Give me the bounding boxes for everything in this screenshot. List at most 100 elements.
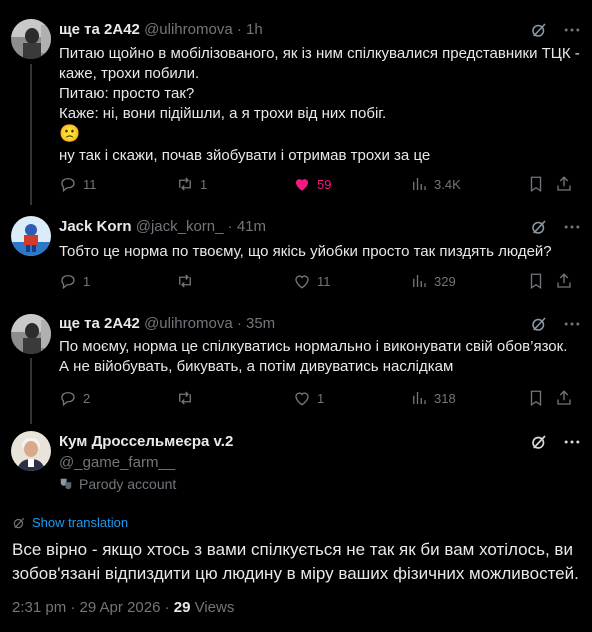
- more-icon[interactable]: [562, 217, 582, 237]
- avatar-photo-icon: [11, 314, 51, 354]
- repost-count: 1: [200, 176, 208, 192]
- bookmark-icon: [530, 176, 542, 193]
- theater-masks-icon: [60, 478, 72, 490]
- timestamp[interactable]: 2:31 pm · 29 Apr 2026 ·: [12, 599, 174, 616]
- like-count: 11: [317, 273, 331, 289]
- reply-button[interactable]: 1: [59, 270, 90, 292]
- author-handle[interactable]: @jack_korn_: [136, 218, 224, 235]
- views-chart-icon: [413, 275, 426, 287]
- heart-icon: [295, 275, 309, 289]
- tweet-text: Питаю щойно в мобілізованого, як із ним …: [59, 44, 580, 166]
- author-handle[interactable]: @ulihromova: [144, 315, 233, 332]
- tweet-line: Тобто це норма по твоєму, що якісь уйобк…: [59, 243, 552, 260]
- avatar[interactable]: [11, 19, 51, 59]
- share-button[interactable]: [555, 270, 573, 292]
- action-bar: 2 1 318: [59, 387, 580, 409]
- tweet-header: Jack Korn @jack_korn_ · 41m: [59, 217, 266, 237]
- views-button[interactable]: 318: [410, 387, 456, 409]
- action-bar: 1 11 329: [59, 270, 580, 292]
- author-name[interactable]: Кум Дроссельмеєра v.2: [59, 433, 233, 450]
- reply-icon: [61, 392, 75, 407]
- translate-icon: [13, 517, 25, 528]
- repost-button[interactable]: 1: [176, 173, 207, 195]
- repost-button[interactable]: [176, 270, 200, 292]
- views-button[interactable]: 3.4K: [410, 173, 461, 195]
- repost-button[interactable]: [176, 387, 200, 409]
- reply-count: 11: [83, 176, 97, 192]
- tweet-time[interactable]: 41m: [237, 218, 266, 235]
- more-icon[interactable]: [562, 20, 582, 40]
- sad-face-emoji: 🙁: [59, 124, 81, 143]
- like-count: 1: [317, 390, 325, 406]
- action-bar: 11 1 59 3.4K: [59, 173, 580, 195]
- tweet-header: ще та 2А42 @ulihromova · 35m: [59, 314, 275, 334]
- more-icon[interactable]: [562, 314, 582, 334]
- author-name[interactable]: ще та 2А42: [59, 21, 140, 38]
- share-icon: [557, 273, 571, 288]
- avatar[interactable]: [11, 431, 51, 471]
- tweet-time[interactable]: 35m: [246, 315, 275, 332]
- more-icon[interactable]: [562, 432, 582, 452]
- grok-icon[interactable]: [530, 433, 548, 451]
- reply-icon: [61, 178, 75, 193]
- show-translation-label[interactable]: Show translation: [32, 515, 128, 530]
- views-count: 29: [173, 599, 191, 616]
- dot-separator: ·: [236, 315, 242, 332]
- repost-icon: [179, 177, 191, 191]
- tweet-line: ну так і скажи, почав зйобувати і отрима…: [59, 147, 431, 164]
- share-button[interactable]: [555, 173, 573, 195]
- avatar[interactable]: [11, 216, 51, 256]
- reply-icon: [61, 275, 75, 290]
- views-chart-icon: [413, 178, 426, 190]
- tweet-line: А не війобувать, бикувать, а потім дивув…: [59, 358, 454, 375]
- view-count: 318: [434, 390, 456, 406]
- grok-icon[interactable]: [530, 315, 548, 333]
- bookmark-button[interactable]: [527, 173, 545, 195]
- heart-icon: [295, 392, 309, 406]
- thread-line: [30, 358, 32, 424]
- author-handle[interactable]: @_game_farm__: [59, 454, 175, 471]
- main-tweet: Кум Дроссельмеєра v.2 @_game_farm__ Paro…: [0, 424, 592, 632]
- views-button[interactable]: 329: [410, 270, 456, 292]
- thread-line: [30, 64, 32, 205]
- tweet-text: Тобто це норма по твоєму, що якісь уйобк…: [59, 242, 552, 262]
- main-author-name: Кум Дроссельмеєра v.2: [59, 432, 233, 452]
- show-translation-link[interactable]: Show translation: [12, 515, 128, 530]
- reply-count: 1: [83, 273, 91, 289]
- bookmark-icon: [530, 273, 542, 290]
- parody-label: Parody account: [59, 474, 176, 494]
- author-handle[interactable]: @ulihromova: [144, 21, 233, 38]
- like-button[interactable]: 59: [293, 173, 331, 195]
- avatar[interactable]: [11, 314, 51, 354]
- author-name[interactable]: Jack Korn: [59, 218, 132, 235]
- avatar-photo-icon: [11, 19, 51, 59]
- view-count: 329: [434, 273, 456, 289]
- view-count: 3.4K: [434, 176, 461, 192]
- main-tweet-text: Все вірно - якщо хтось з вами спілкуєтьс…: [12, 538, 579, 586]
- share-button[interactable]: [555, 387, 573, 409]
- like-count: 59: [317, 176, 332, 192]
- reply-button[interactable]: 11: [59, 173, 97, 195]
- parody-text: Parody account: [79, 476, 177, 492]
- main-author-handle: @_game_farm__: [59, 453, 175, 473]
- views-label: Views: [190, 599, 235, 616]
- tweet-line: По моєму, норма це спілкуватись нормальн…: [59, 338, 568, 355]
- like-button[interactable]: 11: [293, 270, 331, 292]
- bookmark-icon: [530, 390, 542, 407]
- author-name[interactable]: ще та 2А42: [59, 315, 140, 332]
- tweet-header: ще та 2А42 @ulihromova · 1h: [59, 20, 263, 40]
- tweet-text: По моєму, норма це спілкуватись нормальн…: [59, 337, 567, 377]
- heart-filled-icon: [296, 179, 308, 191]
- tweet-time[interactable]: 1h: [246, 21, 263, 38]
- bookmark-button[interactable]: [527, 387, 545, 409]
- reply-tweet-3[interactable]: ще та 2А42 @ulihromova · 35m По моєму, н…: [0, 306, 592, 424]
- bookmark-button[interactable]: [527, 270, 545, 292]
- reply-button[interactable]: 2: [59, 387, 90, 409]
- grok-icon[interactable]: [530, 218, 548, 236]
- reply-tweet-2[interactable]: Jack Korn @jack_korn_ · 41m Тобто це нор…: [0, 205, 592, 306]
- views-chart-icon: [413, 392, 426, 404]
- grok-icon[interactable]: [530, 21, 548, 39]
- like-button[interactable]: 1: [293, 387, 324, 409]
- reply-tweet-1[interactable]: ще та 2А42 @ulihromova · 1h Питаю щойно …: [0, 0, 592, 205]
- tweet-line: Все вірно - якщо хтось з вами спілкуєтьс…: [12, 540, 573, 559]
